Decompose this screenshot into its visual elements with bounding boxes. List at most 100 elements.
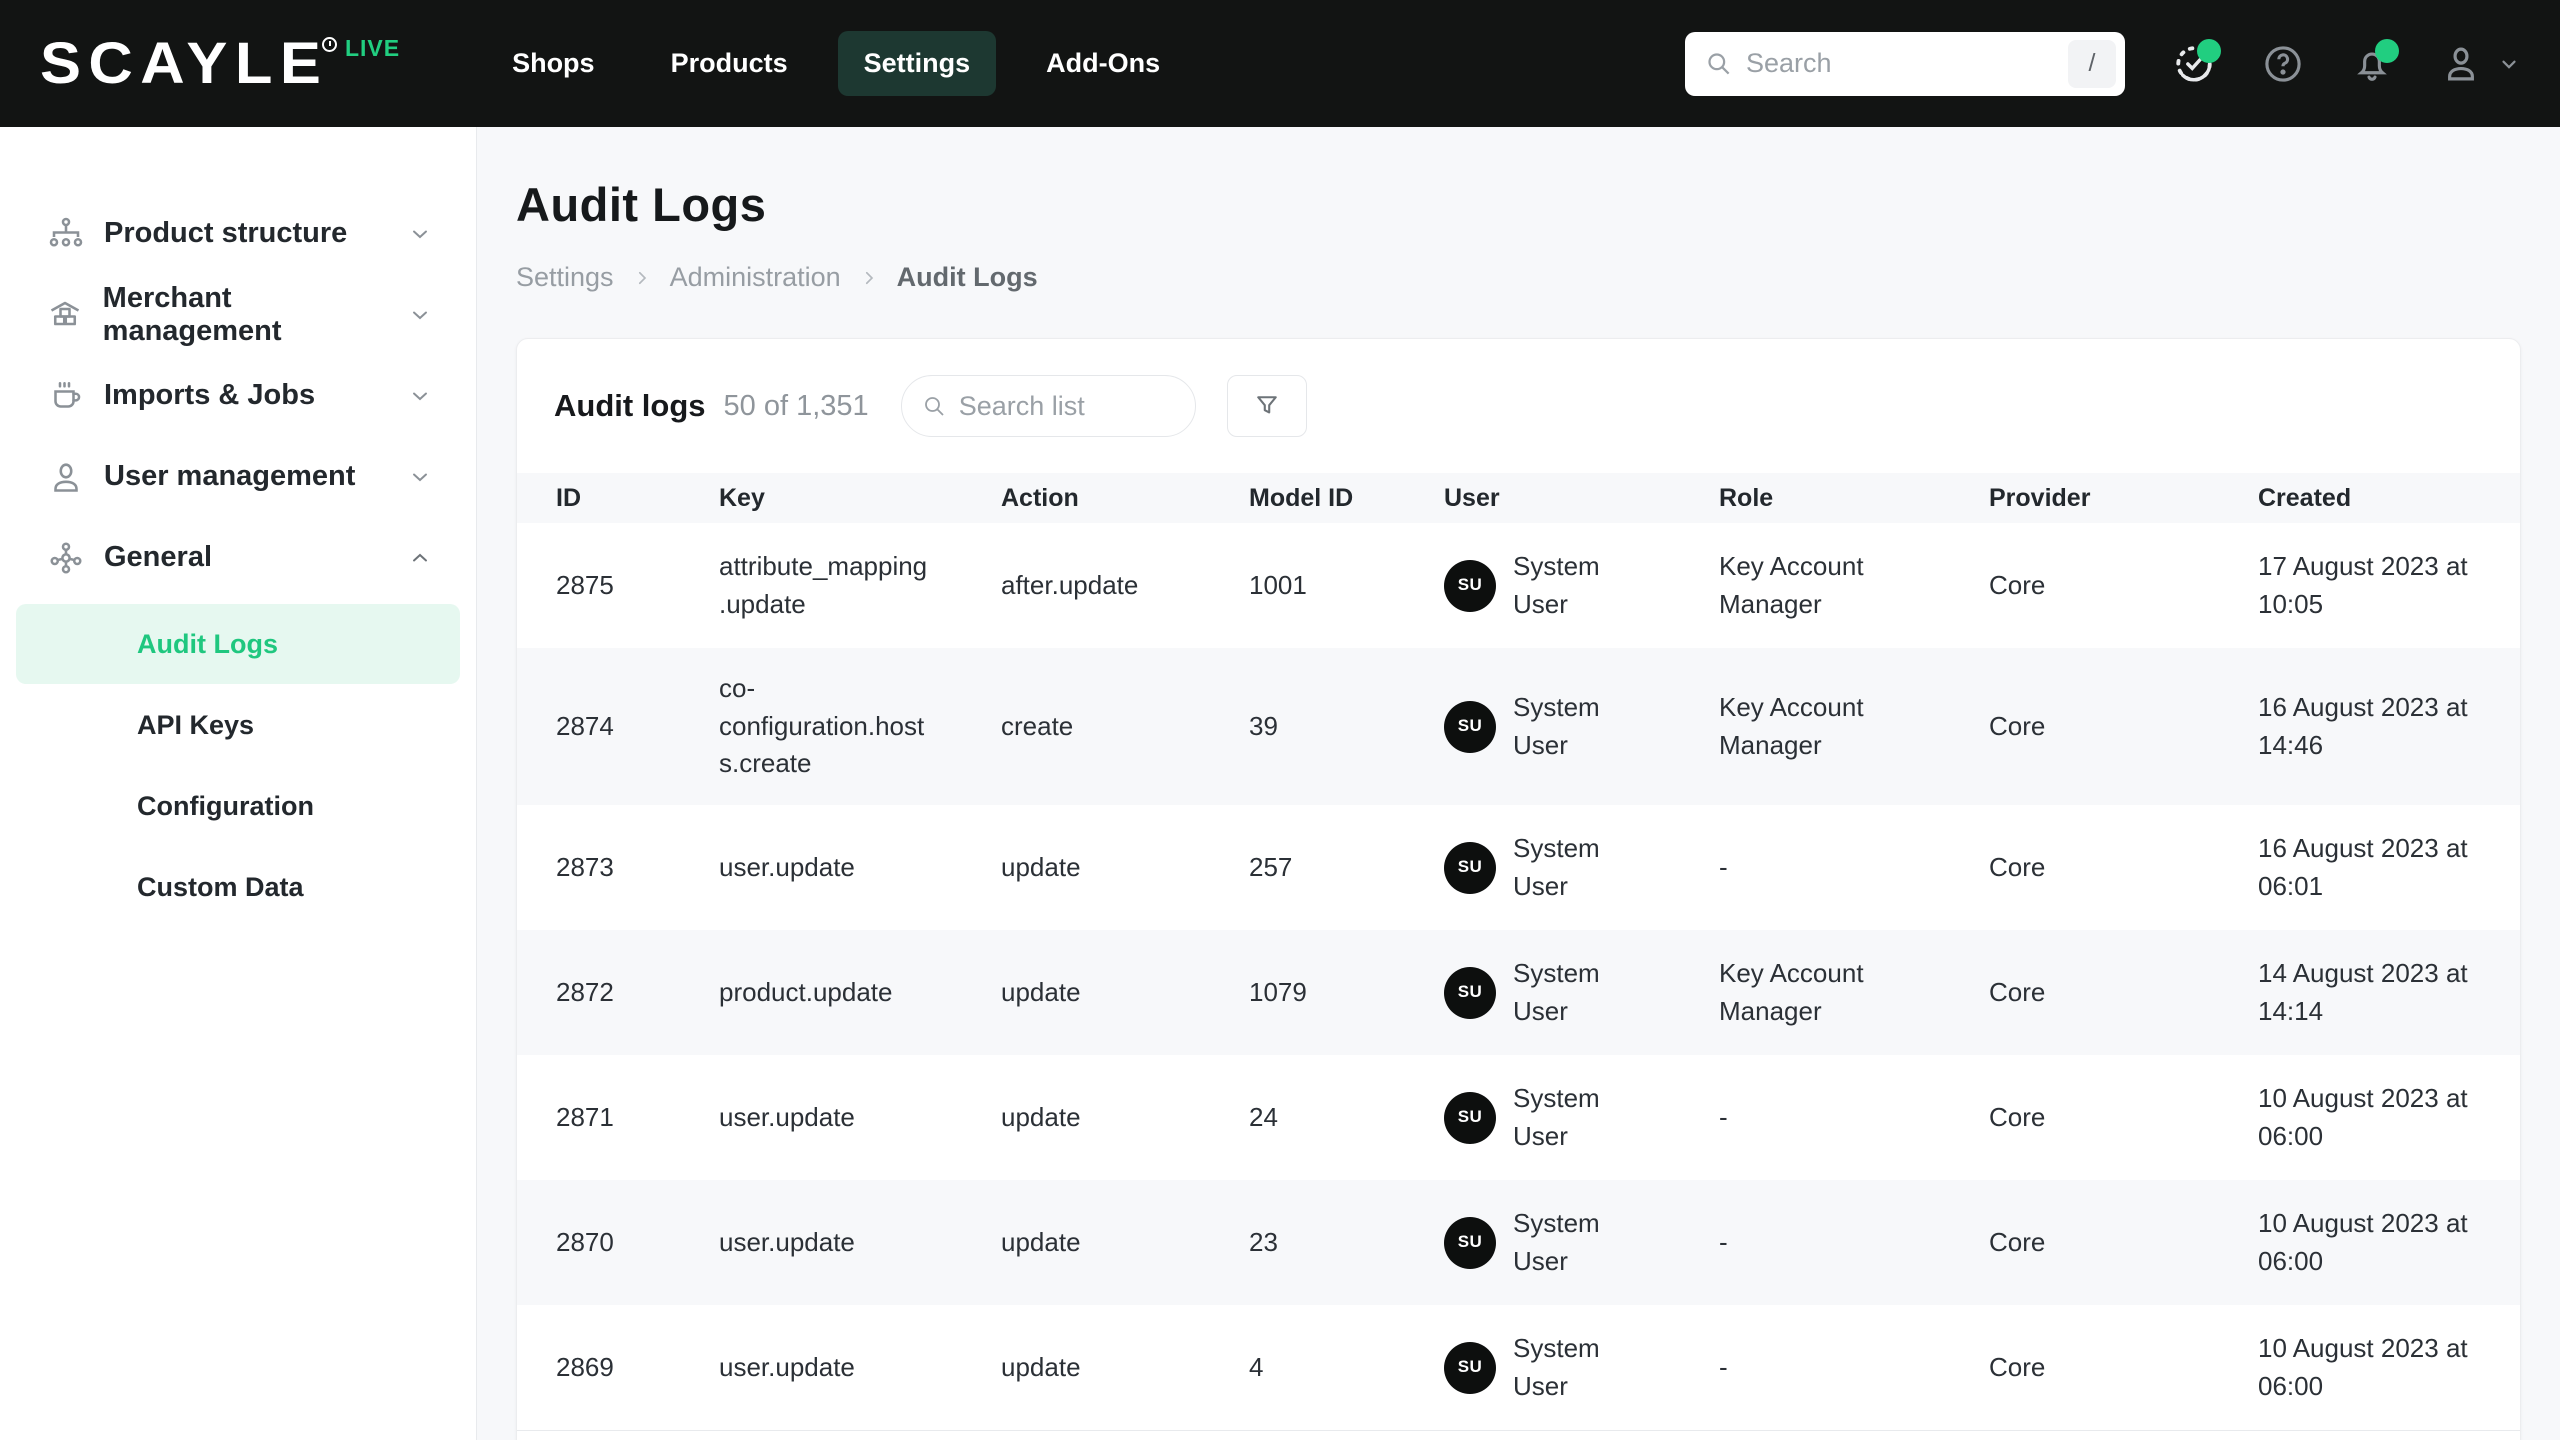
cell-action: update bbox=[1001, 851, 1081, 882]
chevron-down-icon bbox=[408, 222, 432, 246]
cell-user: SU System User bbox=[1444, 1330, 1719, 1405]
cell-provider: Core bbox=[1989, 1101, 2046, 1132]
cell-created: 10 August 2023 at 06:00 bbox=[2258, 1082, 2468, 1151]
user-avatar: SU bbox=[1444, 1341, 1496, 1394]
task-status-button[interactable] bbox=[2173, 38, 2221, 85]
global-search-input[interactable] bbox=[1746, 48, 2068, 79]
table-row: 2869 user.update update 4 SU System User… bbox=[517, 1305, 2520, 1430]
cell-model-id: 257 bbox=[1249, 851, 1293, 882]
scayle-logo[interactable]: SCAYLE LIVE bbox=[40, 30, 401, 96]
cell-provider: Core bbox=[1989, 1226, 2046, 1257]
cell-created: 10 August 2023 at 06:00 bbox=[2258, 1332, 2468, 1401]
user-name: System User bbox=[1513, 1207, 1600, 1276]
sidebar-item-merchant-management[interactable]: Merchant management bbox=[0, 274, 476, 355]
cell-key: attribute_mapping.update bbox=[719, 550, 928, 619]
cell-role: - bbox=[1719, 1226, 1728, 1257]
sidebar-item-product-structure[interactable]: Product structure bbox=[0, 193, 476, 274]
logo-wordmark: SCAYLE bbox=[40, 30, 329, 96]
cell-action: update bbox=[1001, 1351, 1081, 1382]
search-icon bbox=[922, 394, 946, 418]
cell-id: 2871 bbox=[556, 1101, 614, 1132]
cell-role: - bbox=[1719, 1101, 1728, 1132]
cell-id: 2870 bbox=[556, 1226, 614, 1257]
sidebar-item-imports-jobs[interactable]: Imports & Jobs bbox=[0, 355, 476, 436]
sidebar: Product structure Merchant management Im… bbox=[0, 127, 477, 1440]
cell-model-id: 39 bbox=[1249, 710, 1278, 741]
cell-model-id: 4 bbox=[1249, 1351, 1264, 1382]
table-row: 2872 product.update update 1079 SU Syste… bbox=[517, 930, 2520, 1056]
sidebar-item-user-management[interactable]: User management bbox=[0, 436, 476, 517]
trademark-icon bbox=[321, 36, 337, 52]
cell-created: 17 August 2023 at 10:05 bbox=[2258, 550, 2468, 619]
search-shortcut-key: / bbox=[2068, 39, 2116, 88]
chevron-right-icon bbox=[633, 269, 651, 287]
table-row: 2871 user.update update 24 SU System Use… bbox=[517, 1055, 2520, 1180]
table-row: 2870 user.update update 23 SU System Use… bbox=[517, 1180, 2520, 1306]
cell-user: SU System User bbox=[1444, 548, 1719, 623]
sidebar-item-custom-data[interactable]: Custom Data bbox=[16, 847, 460, 927]
user-avatar: SU bbox=[1444, 1216, 1496, 1269]
list-search[interactable] bbox=[900, 375, 1196, 437]
user-icon bbox=[46, 459, 86, 495]
breadcrumb-settings[interactable]: Settings bbox=[516, 262, 614, 293]
column-header: Provider bbox=[1989, 483, 2091, 512]
cell-id: 2873 bbox=[556, 851, 614, 882]
cell-id: 2869 bbox=[556, 1351, 614, 1382]
sidebar-item-configuration[interactable]: Configuration bbox=[16, 766, 460, 846]
sidebar-item-general[interactable]: General bbox=[0, 517, 476, 598]
cell-created: 10 August 2023 at 06:00 bbox=[2258, 1207, 2468, 1276]
cell-role: - bbox=[1719, 1351, 1728, 1382]
cell-key: user.update bbox=[719, 1351, 855, 1382]
cell-action: update bbox=[1001, 1226, 1081, 1257]
nav-settings[interactable]: Settings bbox=[837, 31, 997, 96]
sidebar-item-audit-logs[interactable]: Audit Logs bbox=[16, 604, 460, 684]
breadcrumb: Settings Administration Audit Logs bbox=[516, 262, 2521, 293]
status-badge-dot bbox=[2197, 38, 2221, 63]
cell-user: SU System User bbox=[1444, 1205, 1719, 1280]
user-name: System User bbox=[1513, 832, 1600, 901]
column-header: Key bbox=[719, 483, 765, 512]
cell-action: update bbox=[1001, 976, 1081, 1007]
cell-role: Key Account Manager bbox=[1719, 957, 1864, 1026]
column-header: Role bbox=[1719, 483, 1774, 512]
help-icon bbox=[2265, 45, 2301, 82]
cell-role: Key Account Manager bbox=[1719, 691, 1864, 760]
user-avatar: SU bbox=[1444, 966, 1496, 1019]
topbar-icons bbox=[2173, 38, 2520, 85]
sidebar-item-label: Imports & Jobs bbox=[104, 379, 316, 411]
breadcrumb-current: Audit Logs bbox=[896, 262, 1038, 292]
column-header: ID bbox=[556, 483, 581, 512]
cell-action: update bbox=[1001, 1101, 1081, 1132]
cell-action: create bbox=[1001, 710, 1074, 741]
user-avatar: SU bbox=[1444, 559, 1496, 612]
user-name: System User bbox=[1513, 1332, 1600, 1401]
cell-user: SU System User bbox=[1444, 1080, 1719, 1155]
sidebar-item-api-keys[interactable]: API Keys bbox=[16, 685, 460, 765]
org-chart-icon bbox=[46, 216, 86, 252]
topbar: SCAYLE LIVE Shops Products Settings Add-… bbox=[0, 0, 2560, 127]
breadcrumb-administration[interactable]: Administration bbox=[670, 262, 841, 293]
help-button[interactable] bbox=[2262, 43, 2304, 85]
nav-shops[interactable]: Shops bbox=[486, 31, 621, 96]
filter-button[interactable] bbox=[1226, 375, 1307, 437]
cell-user: SU System User bbox=[1444, 955, 1719, 1030]
table-row: 2875 attribute_mapping.update after.upda… bbox=[517, 523, 2520, 648]
account-menu-button[interactable] bbox=[2440, 43, 2520, 85]
live-badge: LIVE bbox=[344, 34, 401, 61]
column-header: Model ID bbox=[1249, 483, 1354, 512]
notifications-button[interactable] bbox=[2351, 38, 2399, 85]
global-search[interactable]: / bbox=[1685, 31, 2125, 96]
page-title: Audit Logs bbox=[516, 178, 767, 231]
cell-model-id: 1001 bbox=[1249, 569, 1307, 600]
nav-products[interactable]: Products bbox=[645, 31, 814, 96]
nav-add-ons[interactable]: Add-Ons bbox=[1020, 31, 1186, 96]
user-avatar: SU bbox=[1444, 700, 1496, 753]
cell-provider: Core bbox=[1989, 1351, 2046, 1382]
cell-key: user.update bbox=[719, 1101, 855, 1132]
column-header: User bbox=[1444, 483, 1500, 512]
sidebar-item-label: User management bbox=[104, 460, 356, 492]
user-avatar: SU bbox=[1444, 841, 1496, 894]
list-search-input[interactable] bbox=[958, 390, 1175, 422]
cell-role: Key Account Manager bbox=[1719, 550, 1864, 619]
cell-key: product.update bbox=[719, 976, 893, 1007]
